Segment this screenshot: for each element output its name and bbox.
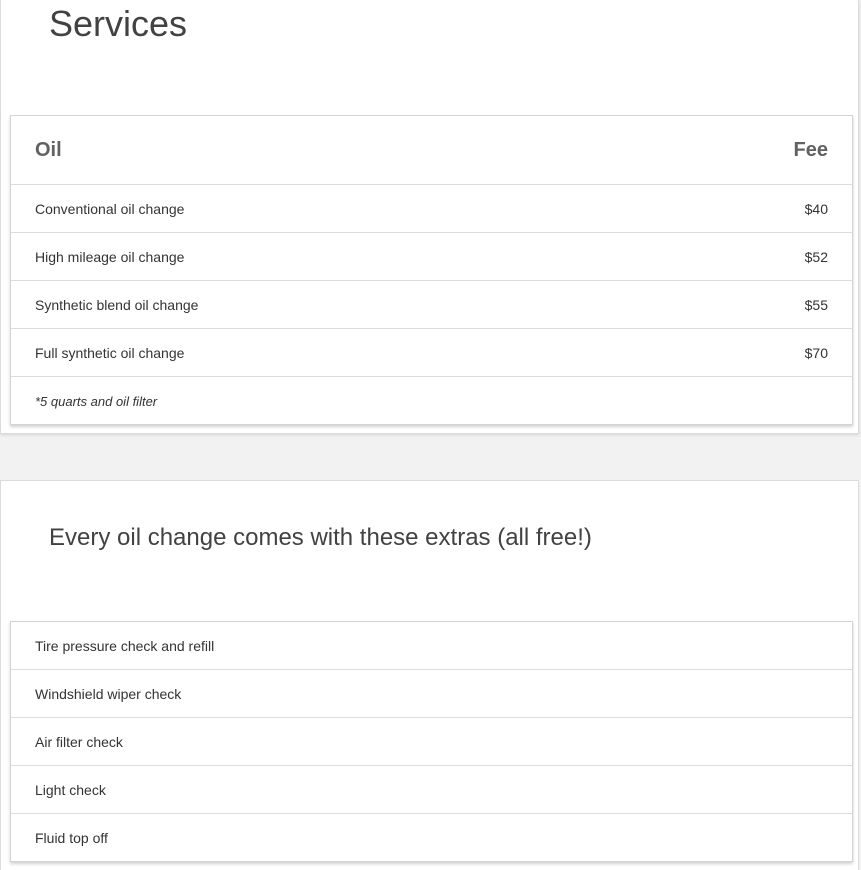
extra-label: Air filter check <box>35 733 123 750</box>
service-fee: $40 <box>804 200 828 217</box>
table-row: Synthetic blend oil change $55 <box>11 281 852 329</box>
list-item: Fluid top off <box>11 814 852 862</box>
page-title: Services <box>49 3 188 44</box>
list-item: Windshield wiper check <box>11 670 852 718</box>
table-footnote-row: *5 quarts and oil filter <box>11 377 852 425</box>
service-fee: $55 <box>804 296 828 313</box>
list-item: Tire pressure check and refill <box>11 622 852 670</box>
service-name: Full synthetic oil change <box>35 344 185 361</box>
extra-label: Tire pressure check and refill <box>35 637 215 654</box>
list-item: Light check <box>11 766 852 814</box>
service-fee: $52 <box>804 248 828 265</box>
service-fee: $70 <box>804 344 828 361</box>
table-row: Full synthetic oil change $70 <box>11 329 852 377</box>
extra-label: Light check <box>35 781 106 798</box>
extra-label: Windshield wiper check <box>35 685 182 702</box>
services-panel: Services Oil Fee Conventional oil change… <box>0 0 859 434</box>
oil-price-table: Oil Fee Conventional oil change $40 High… <box>10 115 853 425</box>
header-fee: Fee <box>793 138 828 161</box>
header-service: Oil <box>35 138 62 161</box>
table-header: Oil Fee <box>11 116 852 185</box>
footnote: *5 quarts and oil filter <box>35 393 158 409</box>
service-name: Conventional oil change <box>35 200 185 217</box>
extras-title: Every oil change comes with these extras… <box>49 524 592 551</box>
service-name: High mileage oil change <box>35 248 185 265</box>
extras-list: Tire pressure check and refill Windshiel… <box>10 621 853 862</box>
table-row: High mileage oil change $52 <box>11 233 852 281</box>
extras-panel: Every oil change comes with these extras… <box>0 480 859 870</box>
table-row: Conventional oil change $40 <box>11 185 852 233</box>
list-item: Air filter check <box>11 718 852 766</box>
extra-label: Fluid top off <box>35 830 108 846</box>
service-name: Synthetic blend oil change <box>35 296 199 313</box>
